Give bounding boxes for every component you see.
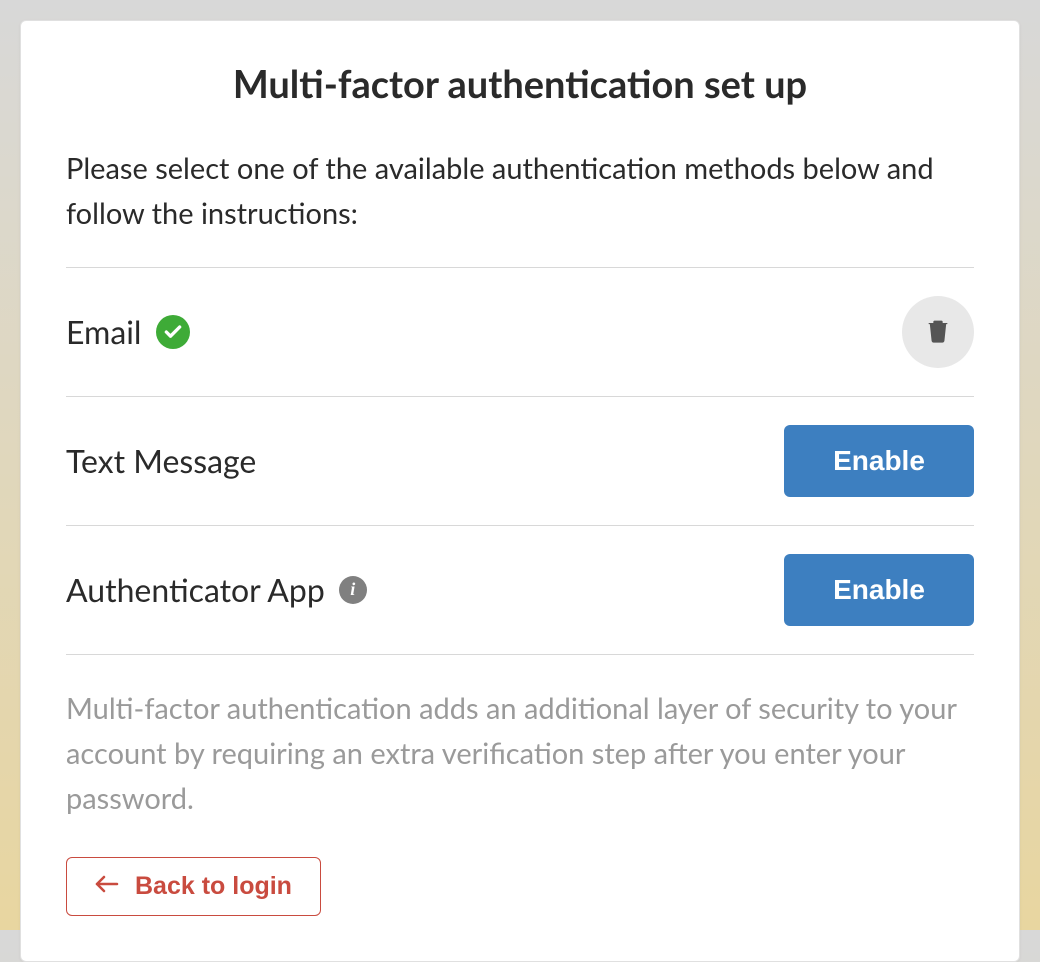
footer-description: Multi-factor authentication adds an addi… (66, 687, 974, 822)
page-title: Multi-factor authentication set up (66, 61, 974, 107)
arrow-left-icon (95, 872, 119, 901)
check-circle-icon (156, 315, 190, 349)
enable-text-button[interactable]: Enable (784, 425, 974, 497)
method-row-app: Authenticator App i Enable (66, 525, 974, 654)
method-label-app: Authenticator App (66, 570, 325, 609)
method-row-email: Email (66, 267, 974, 396)
delete-email-button[interactable] (902, 296, 974, 368)
method-row-text: Text Message Enable (66, 396, 974, 525)
back-to-login-button[interactable]: Back to login (66, 857, 321, 916)
method-label-text: Text Message (66, 441, 256, 480)
enable-app-button[interactable]: Enable (784, 554, 974, 626)
mfa-setup-card: Multi-factor authentication set up Pleas… (20, 20, 1020, 962)
method-left: Authenticator App i (66, 570, 367, 609)
method-left: Text Message (66, 441, 256, 480)
trash-icon (924, 315, 952, 348)
method-left: Email (66, 312, 190, 351)
instructions-text: Please select one of the available authe… (66, 147, 974, 237)
method-label-email: Email (66, 312, 142, 351)
back-button-label: Back to login (135, 872, 292, 901)
method-list: Email Text Message Enable (66, 267, 974, 655)
info-icon[interactable]: i (339, 576, 367, 604)
